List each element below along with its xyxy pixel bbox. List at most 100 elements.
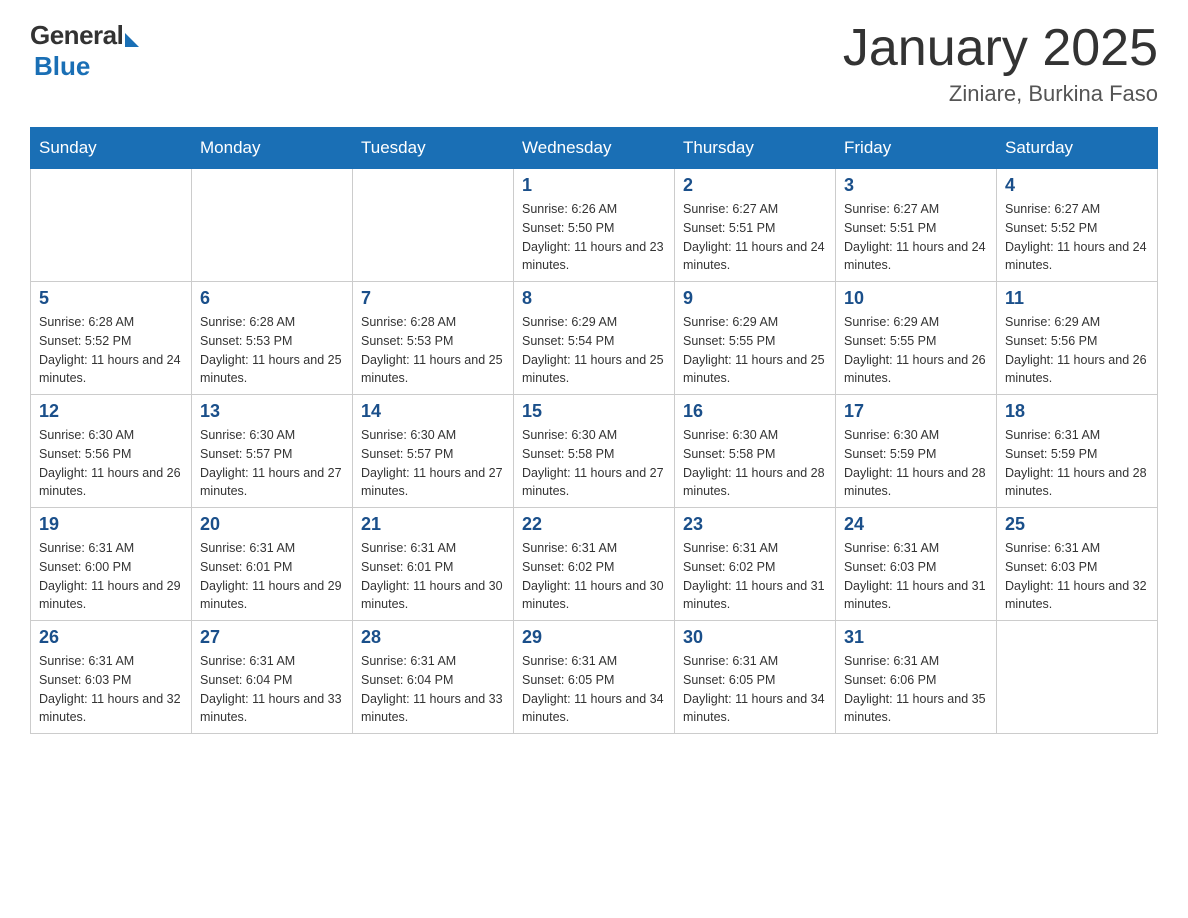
day-info: Sunrise: 6:31 AMSunset: 6:02 PMDaylight:… <box>683 539 827 614</box>
day-info: Sunrise: 6:30 AMSunset: 5:56 PMDaylight:… <box>39 426 183 501</box>
day-number: 23 <box>683 514 827 535</box>
calendar-cell: 29Sunrise: 6:31 AMSunset: 6:05 PMDayligh… <box>514 621 675 734</box>
calendar-cell: 4Sunrise: 6:27 AMSunset: 5:52 PMDaylight… <box>997 169 1158 282</box>
day-info: Sunrise: 6:31 AMSunset: 6:04 PMDaylight:… <box>200 652 344 727</box>
calendar-day-header: Tuesday <box>353 128 514 169</box>
location-title: Ziniare, Burkina Faso <box>843 81 1158 107</box>
day-info: Sunrise: 6:29 AMSunset: 5:55 PMDaylight:… <box>683 313 827 388</box>
calendar-cell: 1 Sunrise: 6:26 AMSunset: 5:50 PMDaylight… <box>514 169 675 282</box>
day-info: Sunrise: 6:29 AMSunset: 5:55 PMDaylight:… <box>844 313 988 388</box>
day-number: 3 <box>844 175 988 196</box>
day-info: Sunrise: 6:29 AMSunset: 5:54 PMDaylight:… <box>522 313 666 388</box>
day-info: Sunrise: 6:31 AMSunset: 6:04 PMDaylight:… <box>361 652 505 727</box>
calendar-cell: 23 Sunrise: 6:31 AMSunset: 6:02 PMDayligh… <box>675 508 836 621</box>
day-number: 27 <box>200 627 344 648</box>
calendar-week-row: 5 Sunrise: 6:28 AMSunset: 5:52 PMDaylight… <box>31 282 1158 395</box>
calendar-day-header: Sunday <box>31 128 192 169</box>
calendar-cell: 3 Sunrise: 6:27 AMSunset: 5:51 PMDaylight… <box>836 169 997 282</box>
calendar-cell: 5 Sunrise: 6:28 AMSunset: 5:52 PMDaylight… <box>31 282 192 395</box>
day-number: 21 <box>361 514 505 535</box>
calendar-day-header: Wednesday <box>514 128 675 169</box>
day-number: 15 <box>522 401 666 422</box>
day-info: Sunrise: 6:31 AMSunset: 6:00 PMDaylight:… <box>39 539 183 614</box>
day-info: Sunrise: 6:31 AMSunset: 6:02 PMDaylight:… <box>522 539 666 614</box>
page-header: General Blue January 2025 Ziniare, Burki… <box>30 20 1158 107</box>
day-number: 2 <box>683 175 827 196</box>
logo-arrow-icon <box>125 33 139 47</box>
calendar-cell: 9 Sunrise: 6:29 AMSunset: 5:55 PMDaylight… <box>675 282 836 395</box>
day-info: Sunrise: 6:30 AMSunset: 5:57 PMDaylight:… <box>200 426 344 501</box>
calendar-cell: 25 Sunrise: 6:31 AMSunset: 6:03 PMDayligh… <box>997 508 1158 621</box>
calendar-cell: 28 Sunrise: 6:31 AMSunset: 6:04 PMDayligh… <box>353 621 514 734</box>
calendar-cell: 10 Sunrise: 6:29 AMSunset: 5:55 PMDayligh… <box>836 282 997 395</box>
day-number: 11 <box>1005 288 1149 309</box>
calendar-cell: 14Sunrise: 6:30 AMSunset: 5:57 PMDayligh… <box>353 395 514 508</box>
day-number: 19 <box>39 514 183 535</box>
day-number: 30 <box>683 627 827 648</box>
day-info: Sunrise: 6:31 AMSunset: 6:01 PMDaylight:… <box>361 539 505 614</box>
day-info: Sunrise: 6:31 AMSunset: 6:03 PMDaylight:… <box>844 539 988 614</box>
day-info: Sunrise: 6:26 AMSunset: 5:50 PMDaylight:… <box>522 200 666 275</box>
day-info: Sunrise: 6:28 AMSunset: 5:53 PMDaylight:… <box>200 313 344 388</box>
day-info: Sunrise: 6:31 AMSunset: 5:59 PMDaylight:… <box>1005 426 1149 501</box>
calendar-cell <box>997 621 1158 734</box>
day-number: 26 <box>39 627 183 648</box>
calendar-cell: 6 Sunrise: 6:28 AMSunset: 5:53 PMDaylight… <box>192 282 353 395</box>
month-title: January 2025 <box>843 20 1158 77</box>
day-number: 17 <box>844 401 988 422</box>
calendar-cell: 8Sunrise: 6:29 AMSunset: 5:54 PMDaylight… <box>514 282 675 395</box>
day-number: 18 <box>1005 401 1149 422</box>
day-number: 14 <box>361 401 505 422</box>
day-number: 13 <box>200 401 344 422</box>
day-info: Sunrise: 6:29 AMSunset: 5:56 PMDaylight:… <box>1005 313 1149 388</box>
day-number: 20 <box>200 514 344 535</box>
calendar-cell: 17 Sunrise: 6:30 AMSunset: 5:59 PMDayligh… <box>836 395 997 508</box>
calendar-cell: 12 Sunrise: 6:30 AMSunset: 5:56 PMDayligh… <box>31 395 192 508</box>
day-info: Sunrise: 6:30 AMSunset: 5:59 PMDaylight:… <box>844 426 988 501</box>
calendar-cell <box>353 169 514 282</box>
day-number: 28 <box>361 627 505 648</box>
day-info: Sunrise: 6:30 AMSunset: 5:58 PMDaylight:… <box>683 426 827 501</box>
day-info: Sunrise: 6:28 AMSunset: 5:52 PMDaylight:… <box>39 313 183 388</box>
day-info: Sunrise: 6:31 AMSunset: 6:01 PMDaylight:… <box>200 539 344 614</box>
calendar-week-row: 26Sunrise: 6:31 AMSunset: 6:03 PMDayligh… <box>31 621 1158 734</box>
calendar-day-header: Monday <box>192 128 353 169</box>
calendar-week-row: 19 Sunrise: 6:31 AMSunset: 6:00 PMDayligh… <box>31 508 1158 621</box>
calendar-cell: 31 Sunrise: 6:31 AMSunset: 6:06 PMDayligh… <box>836 621 997 734</box>
day-info: Sunrise: 6:28 AMSunset: 5:53 PMDaylight:… <box>361 313 505 388</box>
calendar-cell: 2 Sunrise: 6:27 AMSunset: 5:51 PMDaylight… <box>675 169 836 282</box>
day-number: 1 <box>522 175 666 196</box>
day-number: 9 <box>683 288 827 309</box>
calendar-cell: 21 Sunrise: 6:31 AMSunset: 6:01 PMDayligh… <box>353 508 514 621</box>
calendar-header-row: SundayMondayTuesdayWednesdayThursdayFrid… <box>31 128 1158 169</box>
day-info: Sunrise: 6:27 AMSunset: 5:51 PMDaylight:… <box>844 200 988 275</box>
calendar-week-row: 12 Sunrise: 6:30 AMSunset: 5:56 PMDayligh… <box>31 395 1158 508</box>
calendar-cell <box>31 169 192 282</box>
calendar-cell: 7 Sunrise: 6:28 AMSunset: 5:53 PMDaylight… <box>353 282 514 395</box>
day-number: 10 <box>844 288 988 309</box>
logo-blue-text: Blue <box>34 51 90 82</box>
day-info: Sunrise: 6:31 AMSunset: 6:06 PMDaylight:… <box>844 652 988 727</box>
day-info: Sunrise: 6:27 AMSunset: 5:51 PMDaylight:… <box>683 200 827 275</box>
day-info: Sunrise: 6:31 AMSunset: 6:03 PMDaylight:… <box>1005 539 1149 614</box>
day-number: 16 <box>683 401 827 422</box>
logo: General Blue <box>30 20 139 82</box>
day-number: 12 <box>39 401 183 422</box>
calendar-cell: 11 Sunrise: 6:29 AMSunset: 5:56 PMDayligh… <box>997 282 1158 395</box>
day-number: 6 <box>200 288 344 309</box>
day-number: 29 <box>522 627 666 648</box>
calendar-cell: 18 Sunrise: 6:31 AMSunset: 5:59 PMDayligh… <box>997 395 1158 508</box>
day-number: 5 <box>39 288 183 309</box>
calendar-cell: 15 Sunrise: 6:30 AMSunset: 5:58 PMDayligh… <box>514 395 675 508</box>
calendar-day-header: Thursday <box>675 128 836 169</box>
calendar-day-header: Saturday <box>997 128 1158 169</box>
day-number: 7 <box>361 288 505 309</box>
calendar-cell: 26Sunrise: 6:31 AMSunset: 6:03 PMDayligh… <box>31 621 192 734</box>
calendar-cell <box>192 169 353 282</box>
calendar-cell: 22Sunrise: 6:31 AMSunset: 6:02 PMDayligh… <box>514 508 675 621</box>
day-number: 31 <box>844 627 988 648</box>
calendar-cell: 19 Sunrise: 6:31 AMSunset: 6:00 PMDayligh… <box>31 508 192 621</box>
day-info: Sunrise: 6:30 AMSunset: 5:58 PMDaylight:… <box>522 426 666 501</box>
day-number: 25 <box>1005 514 1149 535</box>
calendar-cell: 16 Sunrise: 6:30 AMSunset: 5:58 PMDayligh… <box>675 395 836 508</box>
